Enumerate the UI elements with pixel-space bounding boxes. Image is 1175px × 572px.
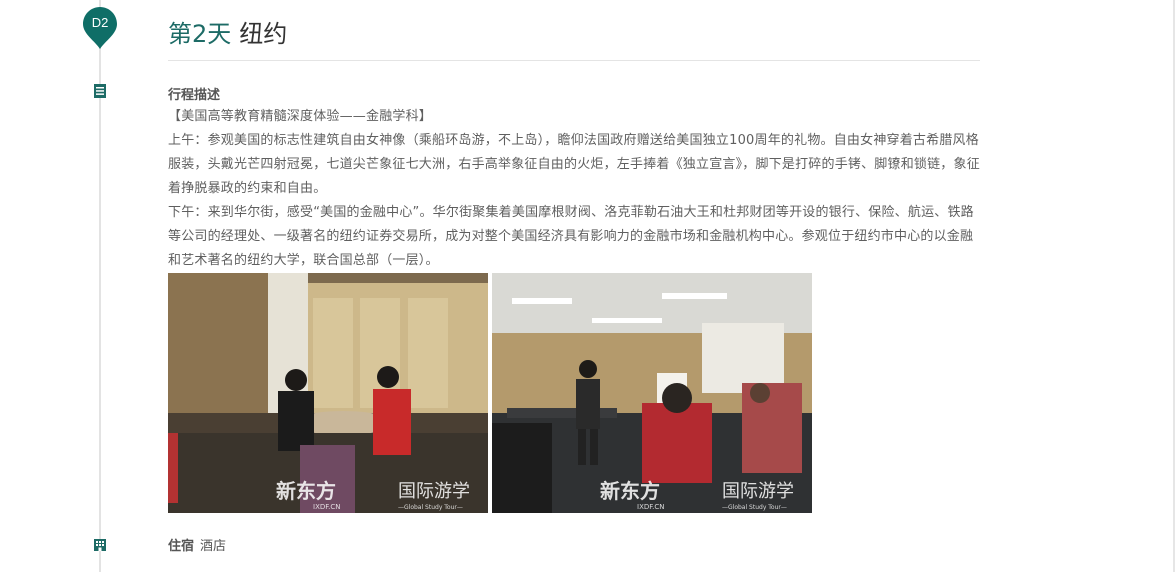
day-badge-map-pin-icon: D2 [82,6,118,50]
photo-presentation-room: 新东方 国际游学 IXDF.CN —Global Study Tour— [492,273,812,513]
photo2-watermark-site: IXDF.CN [637,503,665,511]
photo1-watermark-site: IXDF.CN [313,503,341,511]
stay-label: 住宿 [168,539,195,554]
stay-info: 住宿 酒店 [168,535,226,554]
day-city: 纽约 [239,20,288,48]
building-icon [93,537,107,551]
itinerary-description: 【美国高等教育精髓深度体验——金融学科】 上午：参观美国的标志性建筑自由女神像（… [168,105,983,273]
day-badge-label: D2 [91,15,109,30]
photo1-watermark-sub: —Global Study Tour— [398,504,463,511]
itinerary-heading: 【美国高等教育精髓深度体验——金融学科】 [168,109,433,124]
stay-value: 酒店 [200,539,227,554]
photo1-watermark-brand: 新东方 [276,479,336,503]
itinerary-section-label: 行程描述 [168,88,221,103]
itinerary-afternoon: 下午：来到华尔街，感受“美国的金融中心”。华尔街聚集着美国摩根财阀、洛克菲勒石油… [168,205,974,268]
photo-students-classroom: 新东方 国际游学 IXDF.CN —Global Study Tour— [168,273,488,513]
photo2-watermark-brand: 新东方 [600,479,660,503]
photo2-watermark-sub: —Global Study Tour— [722,504,787,511]
itinerary-morning: 上午：参观美国的标志性建筑自由女神像（乘船环岛游，不上岛），瞻仰法国政府赠送给美… [168,133,980,196]
photo1-watermark-text: 国际游学 [398,481,470,502]
title-divider [168,60,980,61]
document-list-icon [93,83,107,99]
day-number: 第2天 [168,20,232,48]
day-title: 第2天 纽约 [168,14,287,49]
photo2-watermark-text: 国际游学 [722,481,794,502]
